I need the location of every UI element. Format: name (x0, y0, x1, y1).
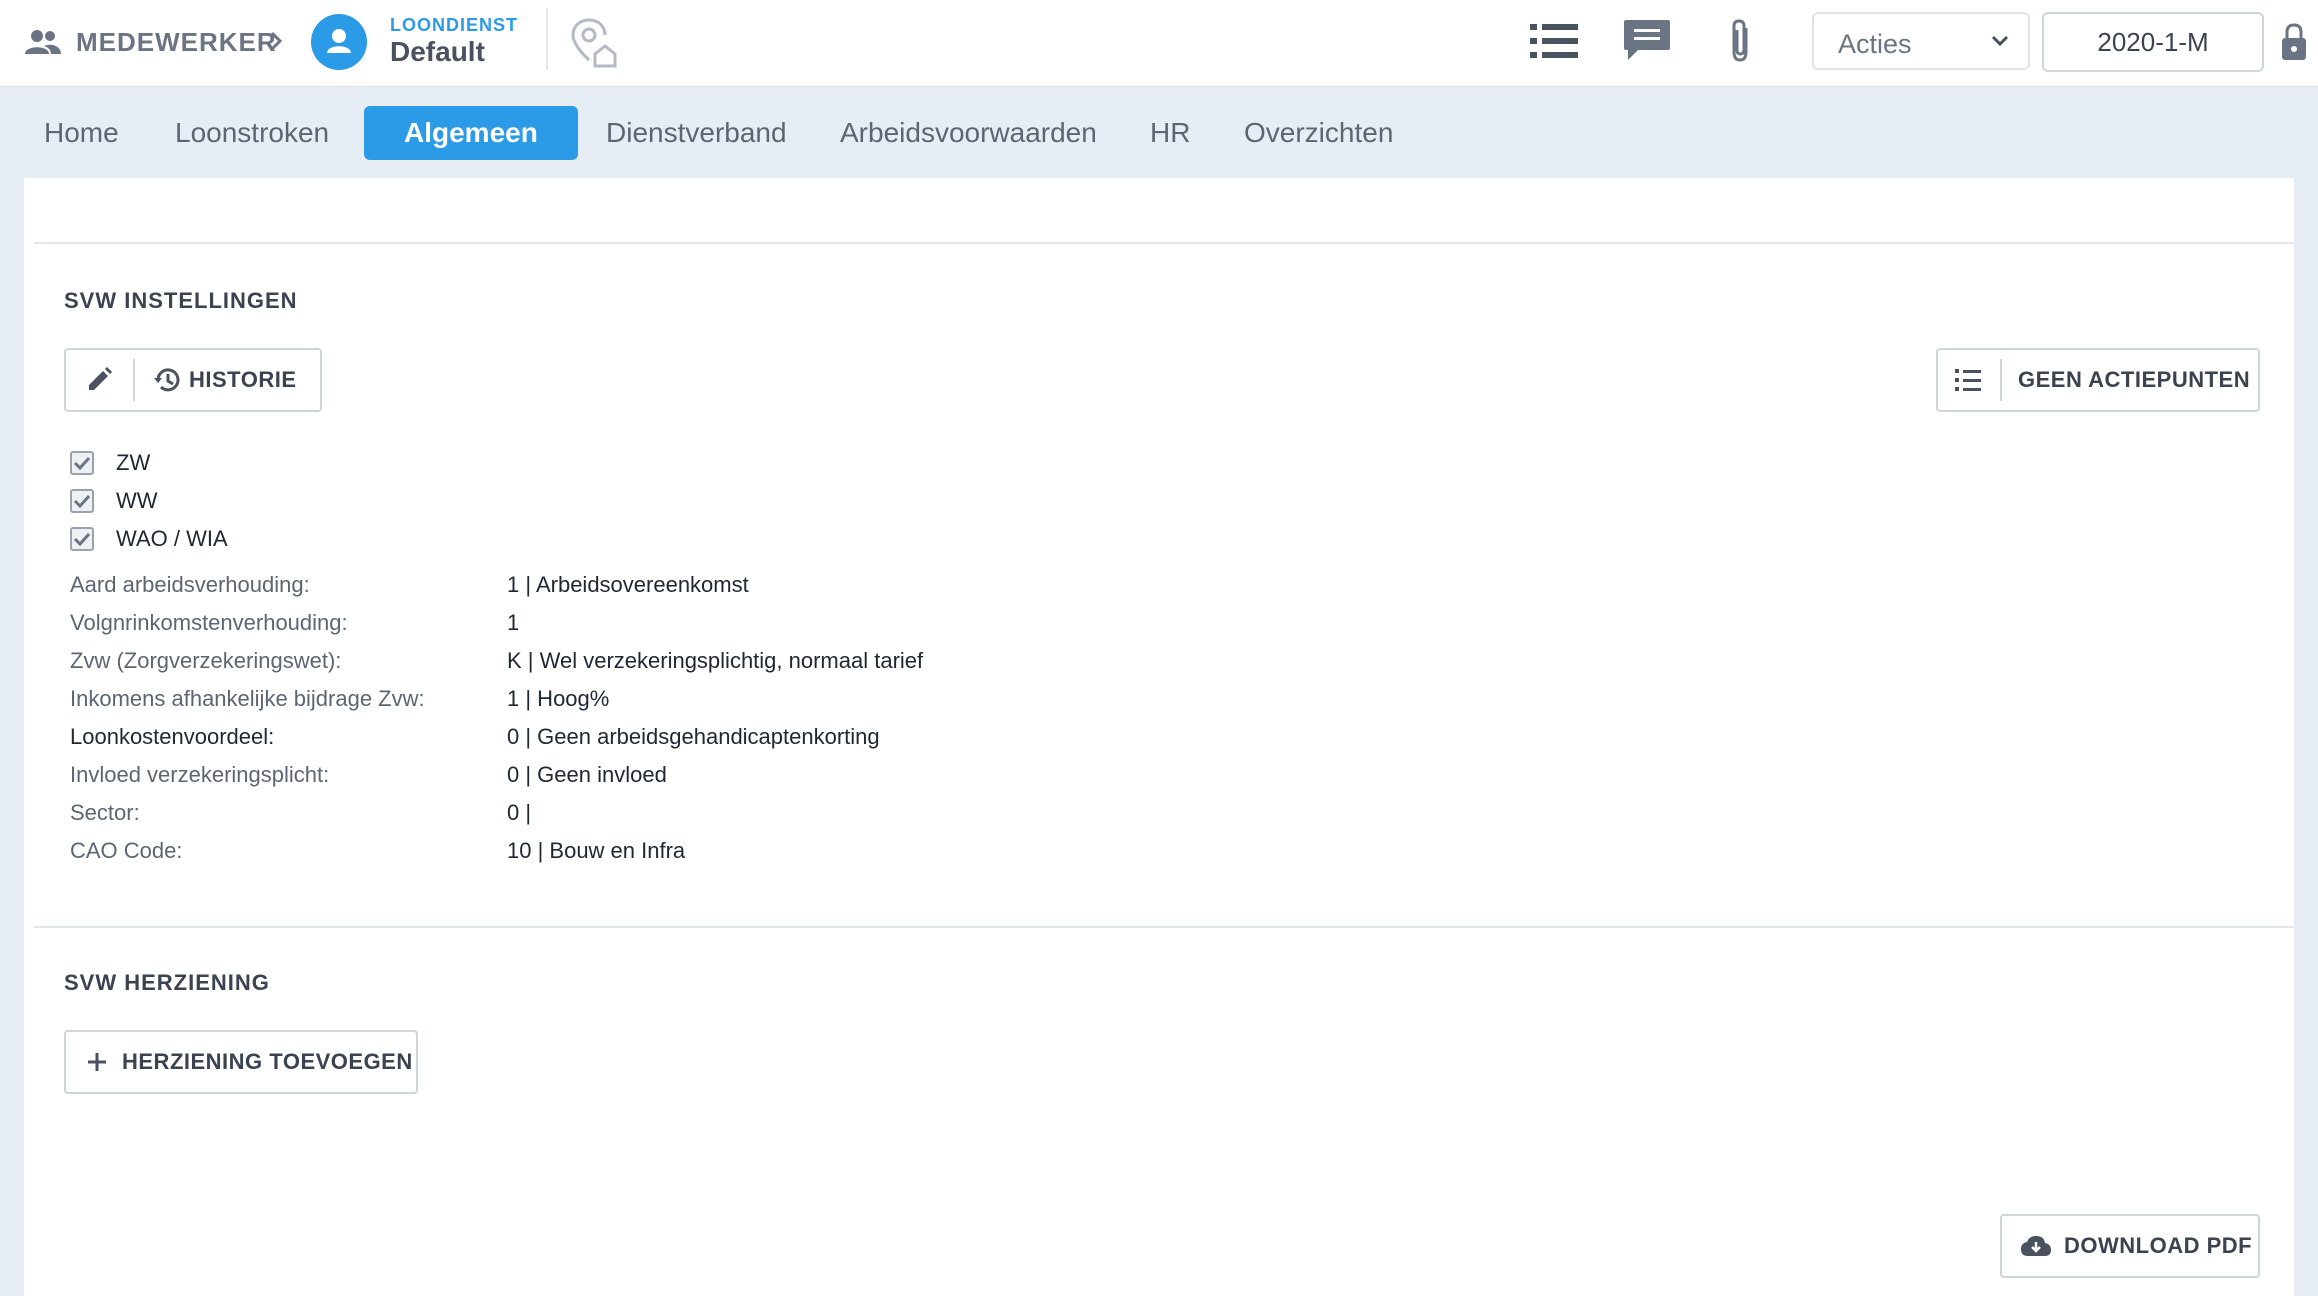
checkbox-ww[interactable]: WW (70, 486, 158, 516)
edit-history-button-group: HISTORIE (64, 348, 322, 412)
checkbox-box[interactable] (70, 489, 94, 513)
section-title-svw-settings: SVW INSTELLINGEN (64, 288, 298, 313)
tab-dienstverband[interactable]: Dienstverband (602, 106, 791, 160)
content-panel: SVW INSTELLINGEN HISTORIE GEEN ACTIEPUNT… (24, 178, 2294, 1296)
divider (133, 359, 135, 401)
field-value-aard-arbeidsverhouding: 1 | Arbeidsovereenkomst (507, 572, 749, 597)
history-button[interactable]: HISTORIE (153, 366, 297, 394)
divider (34, 242, 2294, 244)
add-revision-label: HERZIENING TOEVOEGEN (122, 1049, 413, 1074)
field-label-sector: Sector: (70, 800, 140, 825)
top-bar: MEDEWERKER LOONDIENST Default Acties 202… (0, 0, 2318, 87)
chat-icon[interactable] (1622, 18, 1672, 64)
divider (546, 8, 548, 70)
chevron-right-icon (270, 31, 283, 51)
download-pdf-button[interactable]: DOWNLOAD PDF (2000, 1214, 2260, 1278)
period-selector[interactable]: 2020-1-M (2042, 12, 2264, 72)
people-icon (25, 30, 61, 54)
checkbox-box[interactable] (70, 451, 94, 475)
user-icon (327, 29, 351, 53)
paperclip-icon[interactable] (1726, 18, 1756, 64)
field-label-zvw: Zvw (Zorgverzekeringswet): (70, 648, 342, 673)
breadcrumb[interactable]: MEDEWERKER (24, 22, 277, 62)
pencil-icon[interactable] (84, 365, 114, 395)
field-label-loonkostenvoordeel: Loonkostenvoordeel: (70, 724, 275, 749)
checkbox-label: WW (116, 488, 158, 513)
field-label-aard-arbeidsverhouding: Aard arbeidsverhouding: (70, 572, 310, 597)
tab-hr[interactable]: HR (1146, 106, 1194, 160)
checkbox-zw[interactable]: ZW (70, 448, 150, 478)
field-label-invloed-verzekeringsplicht: Invloed verzekeringsplicht: (70, 762, 330, 787)
section-title-svw-revision: SVW HERZIENING (64, 970, 270, 995)
field-label-cao-code: CAO Code: (70, 838, 183, 863)
field-value-volgnummer: 1 (507, 610, 520, 635)
plus-icon (88, 1053, 106, 1071)
lock-icon[interactable] (2280, 22, 2308, 62)
tab-bar: Home Loonstroken Algemeen Dienstverband … (0, 86, 2318, 178)
cloud-download-icon (2021, 1236, 2051, 1256)
action-points-button[interactable]: GEEN ACTIEPUNTEN (1936, 348, 2260, 412)
field-label-volgnummer: Volgnrinkomstenverhouding: (70, 610, 348, 635)
action-points-label: GEEN ACTIEPUNTEN (2018, 367, 2251, 392)
checklist-icon (1955, 369, 1981, 391)
download-pdf-label: DOWNLOAD PDF (2064, 1233, 2253, 1258)
field-value-zvw: K | Wel verzekeringsplichtig, normaal ta… (507, 648, 924, 673)
org-name: Default (390, 36, 485, 67)
field-value-cao-code: 10 | Bouw en Infra (507, 838, 686, 863)
field-value-inkomens-bijdrage: 1 | Hoog% (507, 686, 610, 711)
divider (2000, 359, 2002, 401)
checkbox-label: ZW (116, 450, 151, 475)
checkbox-label: WAO / WIA (116, 526, 228, 551)
actions-select-label: Acties (1838, 29, 1912, 59)
list-icon[interactable] (1530, 22, 1578, 60)
add-revision-button[interactable]: HERZIENING TOEVOEGEN (64, 1030, 418, 1094)
tab-overzichten[interactable]: Overzichten (1240, 106, 1397, 160)
tab-loonstroken[interactable]: Loonstroken (171, 106, 333, 160)
history-button-label: HISTORIE (189, 367, 297, 392)
field-value-sector: 0 | (507, 800, 532, 825)
field-label-inkomens-bijdrage: Inkomens afhankelijke bijdrage Zvw: (70, 686, 425, 711)
checkbox-box[interactable] (70, 527, 94, 551)
checkbox-wao-wia[interactable]: WAO / WIA (70, 524, 228, 554)
check-icon (73, 456, 91, 470)
org-subtitle: LOONDIENST (390, 15, 519, 35)
avatar[interactable] (311, 14, 367, 70)
actions-select[interactable]: Acties (1812, 12, 2030, 70)
divider (34, 926, 2294, 928)
field-value-loonkostenvoordeel: 0 | Geen arbeidsgehandicaptenkorting (507, 724, 880, 749)
tab-arbeidsvoorwaarden[interactable]: Arbeidsvoorwaarden (836, 106, 1101, 160)
tab-algemeen[interactable]: Algemeen (364, 106, 578, 160)
check-icon (73, 494, 91, 508)
location-home-icon[interactable] (567, 16, 619, 68)
field-value-invloed-verzekeringsplicht: 0 | Geen invloed (507, 762, 667, 787)
tab-home[interactable]: Home (40, 106, 123, 160)
breadcrumb-employee-label[interactable]: MEDEWERKER (76, 27, 277, 58)
history-icon (154, 368, 180, 392)
chevron-down-icon (1991, 35, 2009, 47)
check-icon (73, 532, 91, 546)
